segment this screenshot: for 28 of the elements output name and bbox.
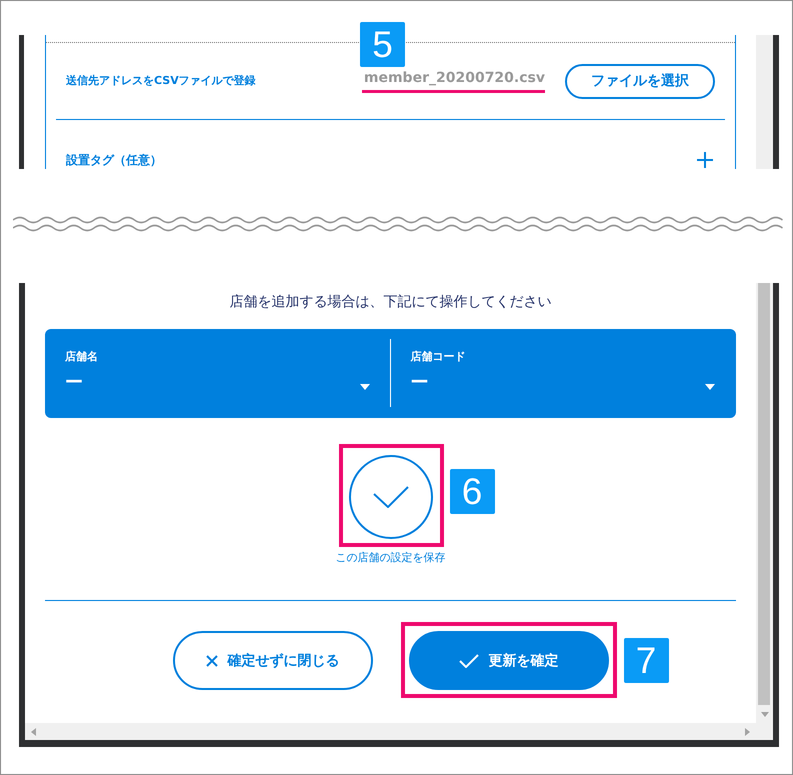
section-title: 設置タグ（任意） — [66, 153, 162, 167]
caret-down-icon — [705, 384, 715, 390]
close-icon — [206, 654, 218, 666]
scroll-left-arrow-icon[interactable] — [31, 728, 36, 736]
plus-icon[interactable] — [697, 152, 713, 168]
close-button[interactable]: 確定せずに閉じる — [172, 631, 372, 690]
confirm-button[interactable]: 更新を確定 — [408, 631, 608, 690]
select-field[interactable]: 店舗名 ー — [45, 329, 390, 418]
horizontal-scrollbar[interactable] — [25, 723, 756, 740]
field-value: ー — [410, 373, 428, 393]
step-badge: 5 — [360, 22, 405, 67]
check-icon — [372, 486, 408, 508]
check-icon — [458, 654, 478, 668]
field-label: 送信先アドレスをCSVファイルで登録 — [66, 74, 256, 88]
instruction-text: 店舗を追加する場合は、下記にて操作してください — [230, 293, 552, 311]
field-label: 店舗コード — [410, 350, 466, 364]
scrollbar-thumb[interactable] — [758, 283, 770, 705]
field-label: 店舗名 — [65, 350, 98, 364]
step-badge: 6 — [450, 469, 494, 514]
file-name: member_20200720.csv — [364, 70, 545, 86]
choose-file-button[interactable]: ファイルを選択 — [565, 64, 715, 98]
caret-down-icon — [360, 384, 370, 390]
scroll-down-arrow-icon[interactable] — [760, 712, 768, 716]
step-badge: 7 — [624, 638, 668, 683]
select-field[interactable]: 店舗コード ー — [390, 329, 736, 418]
save-caption: この店舗の設定を保存 — [336, 551, 446, 565]
scroll-right-arrow-icon[interactable] — [745, 728, 750, 736]
field-value: ー — [65, 373, 83, 393]
